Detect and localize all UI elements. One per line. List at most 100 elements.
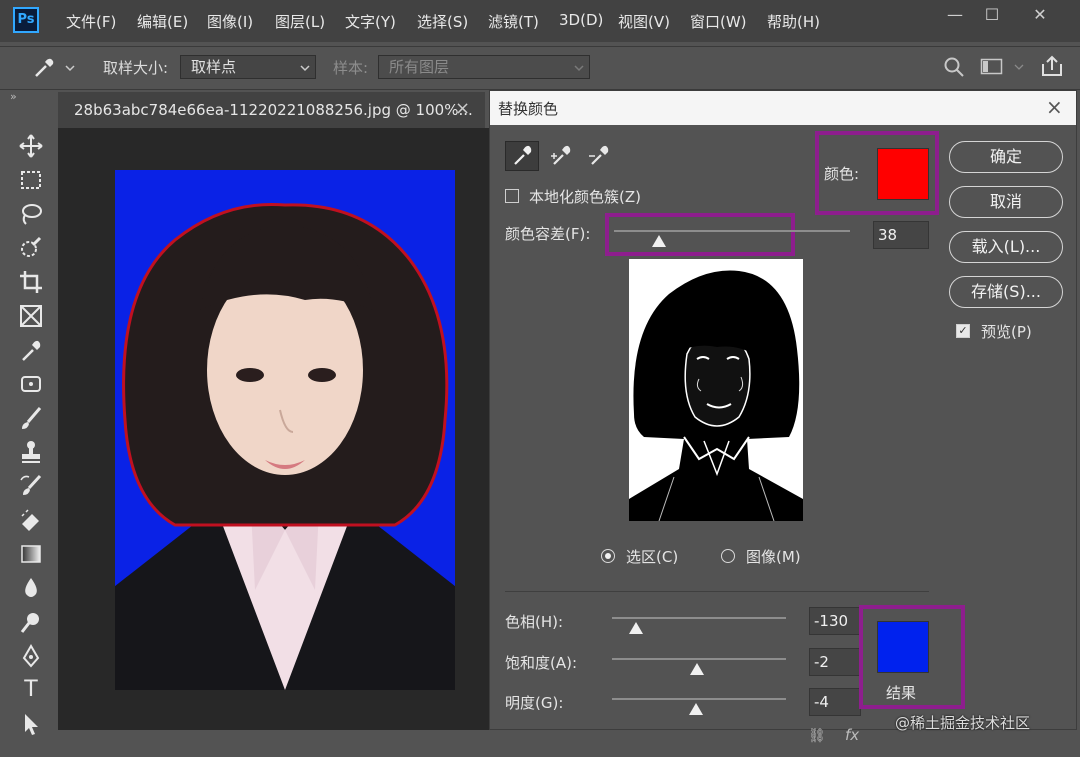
saturation-label: 饱和度(A): <box>505 654 578 672</box>
document-tab[interactable]: 28b63abc784e66ea-11220221088256.jpg @ 10… <box>58 92 485 128</box>
maximize-icon[interactable]: ☐ <box>975 4 1009 26</box>
preview-label: 预览(P) <box>981 323 1032 341</box>
ok-button[interactable]: 确定 <box>949 141 1063 173</box>
cancel-button[interactable]: 取消 <box>949 186 1063 218</box>
fuzziness-input[interactable]: 38 <box>873 221 929 249</box>
divider <box>505 591 929 592</box>
eyedropper-icon <box>514 145 532 165</box>
localized-clusters-label: 本地化颜色簇(Z) <box>529 188 641 206</box>
document-title: 28b63abc784e66ea-11220221088256.jpg @ 10… <box>74 101 473 119</box>
image-radio[interactable] <box>721 549 735 563</box>
stamp-tool-icon[interactable] <box>16 438 46 466</box>
move-tool-icon[interactable] <box>16 132 46 160</box>
selection-radio[interactable] <box>601 549 615 563</box>
frame-tool-icon[interactable] <box>16 302 46 330</box>
crop-tool-icon[interactable] <box>16 268 46 296</box>
close-dialog-icon[interactable]: × <box>1046 95 1063 119</box>
eyedropper-tool-icon[interactable] <box>16 336 46 364</box>
tools-panel: » T <box>0 90 58 757</box>
hue-label: 色相(H): <box>505 613 564 631</box>
saturation-slider[interactable] <box>612 658 786 660</box>
lasso-tool-icon[interactable] <box>16 200 46 228</box>
lightness-label: 明度(G): <box>505 694 564 712</box>
saturation-input[interactable]: -2 <box>809 648 861 676</box>
menu-type[interactable]: 文字(Y) <box>345 11 396 32</box>
share-icon[interactable] <box>1040 54 1064 78</box>
lightness-slider-thumb[interactable] <box>688 703 703 715</box>
close-tab-icon[interactable]: × <box>455 98 470 119</box>
eyedropper-minus-icon[interactable] <box>584 142 614 170</box>
collapse-panel-icon[interactable]: » <box>10 90 17 103</box>
quick-select-tool-icon[interactable] <box>16 234 46 262</box>
lightness-slider[interactable] <box>612 698 786 700</box>
workspace-icon[interactable] <box>980 57 1004 77</box>
menu-view[interactable]: 视图(V) <box>618 11 670 32</box>
menu-window[interactable]: 窗口(W) <box>690 11 747 32</box>
image-radio-label: 图像(M) <box>746 548 801 566</box>
preview-checkbox[interactable]: ✓ <box>956 324 970 338</box>
menu-help[interactable]: 帮助(H) <box>767 11 820 32</box>
selected-color-swatch[interactable] <box>877 148 929 200</box>
chevron-down-icon[interactable] <box>64 63 76 73</box>
dodge-tool-icon[interactable] <box>16 608 46 636</box>
hue-slider[interactable] <box>612 617 786 619</box>
close-window-icon[interactable]: ✕ <box>1023 4 1057 26</box>
sample-value: 所有图层 <box>389 58 450 76</box>
canvas-area[interactable] <box>58 128 530 730</box>
selection-radio-label: 选区(C) <box>626 548 679 566</box>
load-button[interactable]: 载入(L)... <box>949 231 1063 263</box>
link-layers-icon[interactable]: ⛓ <box>808 728 826 744</box>
pen-tool-icon[interactable] <box>16 642 46 670</box>
chevron-down-icon <box>300 65 310 72</box>
fuzziness-label: 颜色容差(F): <box>505 225 591 243</box>
sample-size-value: 取样点 <box>191 58 237 76</box>
result-color-swatch[interactable] <box>877 621 929 673</box>
menu-layer[interactable]: 图层(L) <box>275 11 325 32</box>
blur-tool-icon[interactable] <box>16 574 46 602</box>
healing-tool-icon[interactable] <box>16 370 46 398</box>
eyedropper-icon[interactable] <box>32 56 56 80</box>
sample-size-label: 取样大小: <box>103 59 169 77</box>
eyedropper-button[interactable] <box>505 141 539 171</box>
menu-image[interactable]: 图像(I) <box>207 11 253 32</box>
color-label: 颜色: <box>824 165 860 183</box>
sample-size-select[interactable]: 取样点 <box>180 55 316 79</box>
sample-label: 样本: <box>333 59 369 77</box>
localized-clusters-checkbox[interactable] <box>505 189 519 203</box>
fuzziness-highlight-frame <box>605 213 795 256</box>
dialog-title-bar[interactable]: 替换颜色 × <box>490 91 1076 125</box>
hue-slider-thumb[interactable] <box>629 622 644 634</box>
result-label: 结果 <box>886 684 917 702</box>
gradient-tool-icon[interactable] <box>16 540 46 568</box>
marquee-tool-icon[interactable] <box>16 166 46 194</box>
minimize-icon[interactable]: — <box>938 4 972 26</box>
fuzziness-slider-thumb[interactable] <box>651 235 666 247</box>
type-tool-icon[interactable]: T <box>16 676 46 704</box>
eraser-tool-icon[interactable] <box>16 506 46 534</box>
lightness-input[interactable]: -4 <box>809 688 861 716</box>
menu-select[interactable]: 选择(S) <box>417 11 468 32</box>
save-button[interactable]: 存储(S)... <box>949 276 1063 308</box>
watermark: @稀土掘金技术社区 <box>895 714 1031 732</box>
search-icon[interactable] <box>943 56 965 78</box>
sample-select: 所有图层 <box>378 55 590 79</box>
fx-icon[interactable]: fx <box>845 726 859 744</box>
menu-filter[interactable]: 滤镜(T) <box>488 11 539 32</box>
options-bar: 取样大小: 取样点 样本: 所有图层 <box>0 46 1080 90</box>
path-select-tool-icon[interactable] <box>16 710 46 738</box>
menu-3d[interactable]: 3D(D) <box>559 11 603 29</box>
fuzziness-slider[interactable] <box>614 230 850 232</box>
brush-tool-icon[interactable] <box>16 404 46 432</box>
saturation-slider-thumb[interactable] <box>690 663 705 675</box>
dialog-title: 替换颜色 <box>498 100 559 118</box>
hue-input[interactable]: -130 <box>809 607 861 635</box>
chevron-down-icon[interactable] <box>1014 63 1024 71</box>
portrait-photo <box>115 170 455 690</box>
photoshop-logo-icon: Ps <box>13 7 39 33</box>
replace-color-dialog: 替换颜色 × 本地化颜色簇(Z) 颜色: 颜色容差(F): 38 确定 取消 载… <box>489 90 1077 730</box>
menu-edit[interactable]: 编辑(E) <box>137 11 188 32</box>
eyedropper-plus-icon[interactable] <box>546 142 576 170</box>
menu-file[interactable]: 文件(F) <box>66 11 116 32</box>
menu-bar: Ps 文件(F) 编辑(E) 图像(I) 图层(L) 文字(Y) 选择(S) 滤… <box>0 0 1080 42</box>
history-brush-tool-icon[interactable] <box>16 472 46 500</box>
